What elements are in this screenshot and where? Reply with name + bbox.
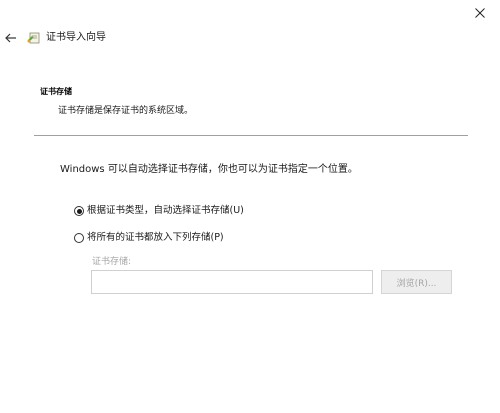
- browse-button: 浏览(R)...: [381, 270, 452, 294]
- section-heading: 证书存储: [40, 87, 72, 96]
- radio-auto-select-label[interactable]: 根据证书类型，自动选择证书存储(U): [87, 204, 244, 218]
- radio-place-in-store-label[interactable]: 将所有的证书都放入下列存储(P): [87, 231, 224, 245]
- section-description: 证书存储是保存证书的系统区域。: [58, 106, 194, 116]
- back-arrow-icon: [5, 33, 16, 43]
- intro-text: Windows 可以自动选择证书存储，你也可以为证书指定一个位置。: [60, 164, 358, 175]
- radio-place-in-store[interactable]: 将所有的证书都放入下列存储(P): [74, 231, 224, 245]
- header-divider: [34, 135, 468, 136]
- close-icon: [475, 8, 485, 18]
- certificate-store-label: 证书存储:: [92, 257, 132, 267]
- radio-selected-icon[interactable]: [74, 206, 84, 216]
- radio-unselected-icon[interactable]: [74, 233, 84, 243]
- certificate-store-field: [91, 270, 373, 294]
- radio-dot: [76, 208, 82, 214]
- wizard-title: 证书导入向导: [46, 32, 106, 43]
- close-button[interactable]: [460, 0, 500, 26]
- certificate-import-wizard-window: 证书导入向导 证书存储 证书存储是保存证书的系统区域。 Windows 可以自动…: [0, 0, 500, 413]
- certificate-wizard-icon: [27, 32, 40, 44]
- back-button[interactable]: [3, 30, 19, 46]
- radio-auto-select-store[interactable]: 根据证书类型，自动选择证书存储(U): [74, 204, 244, 218]
